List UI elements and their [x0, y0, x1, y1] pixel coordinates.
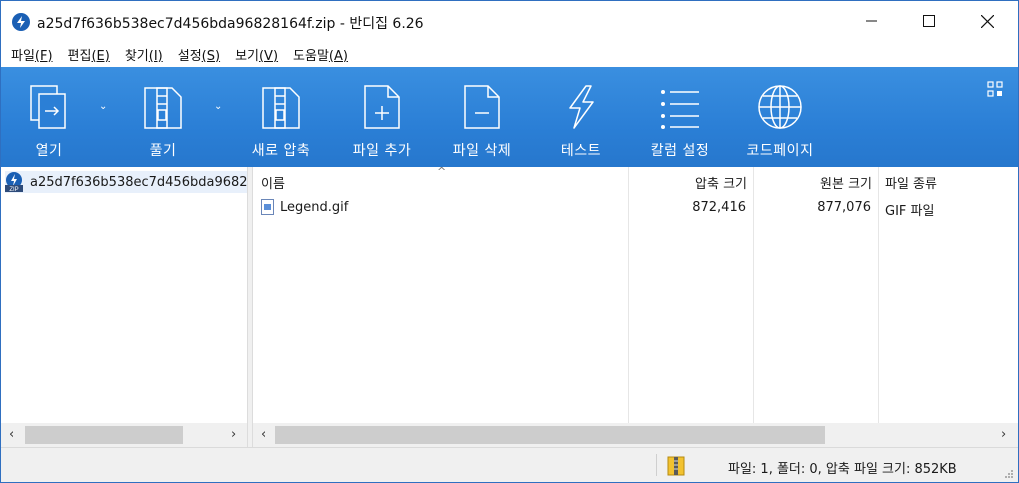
- extract-icon: [144, 87, 182, 129]
- app-window: a25d7f636b538ec7d456bda96828164f.zip - 반…: [0, 0, 1019, 483]
- scroll-left-icon[interactable]: ‹: [9, 427, 14, 442]
- menu-edit[interactable]: 편집(E): [68, 45, 110, 64]
- test-icon: [569, 85, 594, 129]
- cell-file-type: GIF 파일: [885, 204, 935, 219]
- close-button[interactable]: [964, 1, 1010, 41]
- new-archive-icon: [262, 87, 300, 129]
- extract-dropdown-chevron-icon[interactable]: ⌄: [214, 101, 222, 112]
- tree-item-label: a25d7f636b538ec7d456bda96828164f.zip: [30, 174, 247, 190]
- scroll-right-icon[interactable]: ›: [1001, 427, 1006, 442]
- archive-folder-icon: [666, 456, 686, 476]
- add-file-button[interactable]: 파일 추가: [345, 67, 419, 167]
- menu-help[interactable]: 도움말(A): [293, 45, 348, 64]
- extract-label: 풀기: [149, 143, 177, 159]
- status-text: 파일: 1, 폴더: 0, 압축 파일 크기: 852KB: [728, 462, 957, 477]
- new-archive-label: 새로 압축: [251, 143, 311, 159]
- scrollbar-thumb[interactable]: [275, 426, 825, 444]
- tree-item-archive[interactable]: ZIP a25d7f636b538ec7d456bda96828164f.zip: [5, 171, 247, 193]
- open-archive-icon: [30, 85, 66, 129]
- open-label: 열기: [35, 143, 63, 159]
- minimize-icon: [866, 20, 877, 22]
- maximize-button[interactable]: [906, 1, 952, 41]
- delete-file-icon: [464, 85, 500, 129]
- toolbar-options-button[interactable]: [987, 81, 1003, 101]
- table-row[interactable]: Legend.gif 872,416 877,076 GIF 파일: [253, 197, 1018, 219]
- codepage-label: 코드페이지: [746, 143, 814, 159]
- column-header-original-size[interactable]: 원본 크기: [820, 173, 872, 192]
- column-settings-label: 칼럼 설정: [650, 143, 710, 159]
- folder-tree: ZIP a25d7f636b538ec7d456bda96828164f.zip: [1, 167, 247, 423]
- menu-find[interactable]: 찾기(I): [125, 45, 163, 64]
- test-button[interactable]: 테스트: [549, 67, 613, 167]
- tree-horizontal-scrollbar[interactable]: ‹ ›: [1, 423, 247, 447]
- zip-archive-icon: ZIP: [5, 172, 23, 193]
- file-list: 이름 ^ 압축 크기 원본 크기 파일 종류 Legend.gif 872,41…: [253, 165, 1018, 423]
- delete-file-button[interactable]: 파일 삭제: [445, 67, 519, 167]
- cell-original-size: 877,076: [817, 200, 871, 215]
- sort-ascending-icon: ^: [437, 165, 447, 178]
- menu-settings[interactable]: 설정(S): [178, 45, 220, 64]
- column-header-name[interactable]: 이름: [261, 173, 285, 192]
- resize-grip-icon[interactable]: [1004, 468, 1014, 478]
- minimize-button[interactable]: [849, 1, 895, 41]
- svg-text:ZIP: ZIP: [9, 187, 18, 192]
- extract-button[interactable]: 풀기: [129, 67, 197, 167]
- add-file-icon: [364, 85, 400, 129]
- list-header: 이름 ^ 압축 크기 원본 크기 파일 종류: [253, 165, 1018, 195]
- image-file-icon: [261, 199, 274, 215]
- column-header-file-type[interactable]: 파일 종류: [885, 173, 937, 192]
- add-file-label: 파일 추가: [352, 143, 412, 159]
- list-horizontal-scrollbar[interactable]: ‹ ›: [253, 423, 1018, 447]
- scrollbar-thumb[interactable]: [25, 426, 183, 444]
- list-icon: [661, 90, 699, 129]
- test-label: 테스트: [560, 143, 602, 159]
- menu-bar: 파일(F) 편집(E) 찾기(I) 설정(S) 보기(V) 도움말(A): [1, 41, 1018, 67]
- delete-file-label: 파일 삭제: [452, 143, 512, 159]
- menu-file[interactable]: 파일(F): [11, 45, 53, 64]
- close-icon: [980, 14, 994, 28]
- codepage-button[interactable]: 코드페이지: [739, 67, 821, 167]
- cell-name: Legend.gif: [280, 200, 349, 215]
- bandizip-icon: [12, 13, 30, 31]
- globe-icon: [758, 85, 802, 129]
- scroll-right-icon[interactable]: ›: [231, 427, 236, 442]
- window-title: a25d7f636b538ec7d456bda96828164f.zip - 반…: [37, 16, 424, 32]
- new-archive-button[interactable]: 새로 압축: [245, 67, 317, 167]
- toolbar: 열기 ⌄ 풀기 ⌄ 새로 압축 파일 추가 파일 삭제 테스트 칼럼 설정 코드…: [1, 67, 1018, 167]
- status-divider: [656, 454, 657, 476]
- grid-options-icon: [987, 81, 1003, 97]
- scroll-left-icon[interactable]: ‹: [261, 427, 266, 442]
- column-settings-button[interactable]: 칼럼 설정: [643, 67, 717, 167]
- maximize-icon: [923, 15, 935, 27]
- column-header-compressed-size[interactable]: 압축 크기: [695, 173, 747, 192]
- open-button[interactable]: 열기: [15, 67, 83, 167]
- open-dropdown-chevron-icon[interactable]: ⌄: [99, 101, 107, 112]
- status-bar: 파일: 1, 폴더: 0, 압축 파일 크기: 852KB: [1, 447, 1018, 482]
- cell-compressed-size: 872,416: [692, 200, 746, 215]
- title-bar: a25d7f636b538ec7d456bda96828164f.zip - 반…: [1, 1, 1018, 41]
- menu-view[interactable]: 보기(V): [235, 45, 278, 64]
